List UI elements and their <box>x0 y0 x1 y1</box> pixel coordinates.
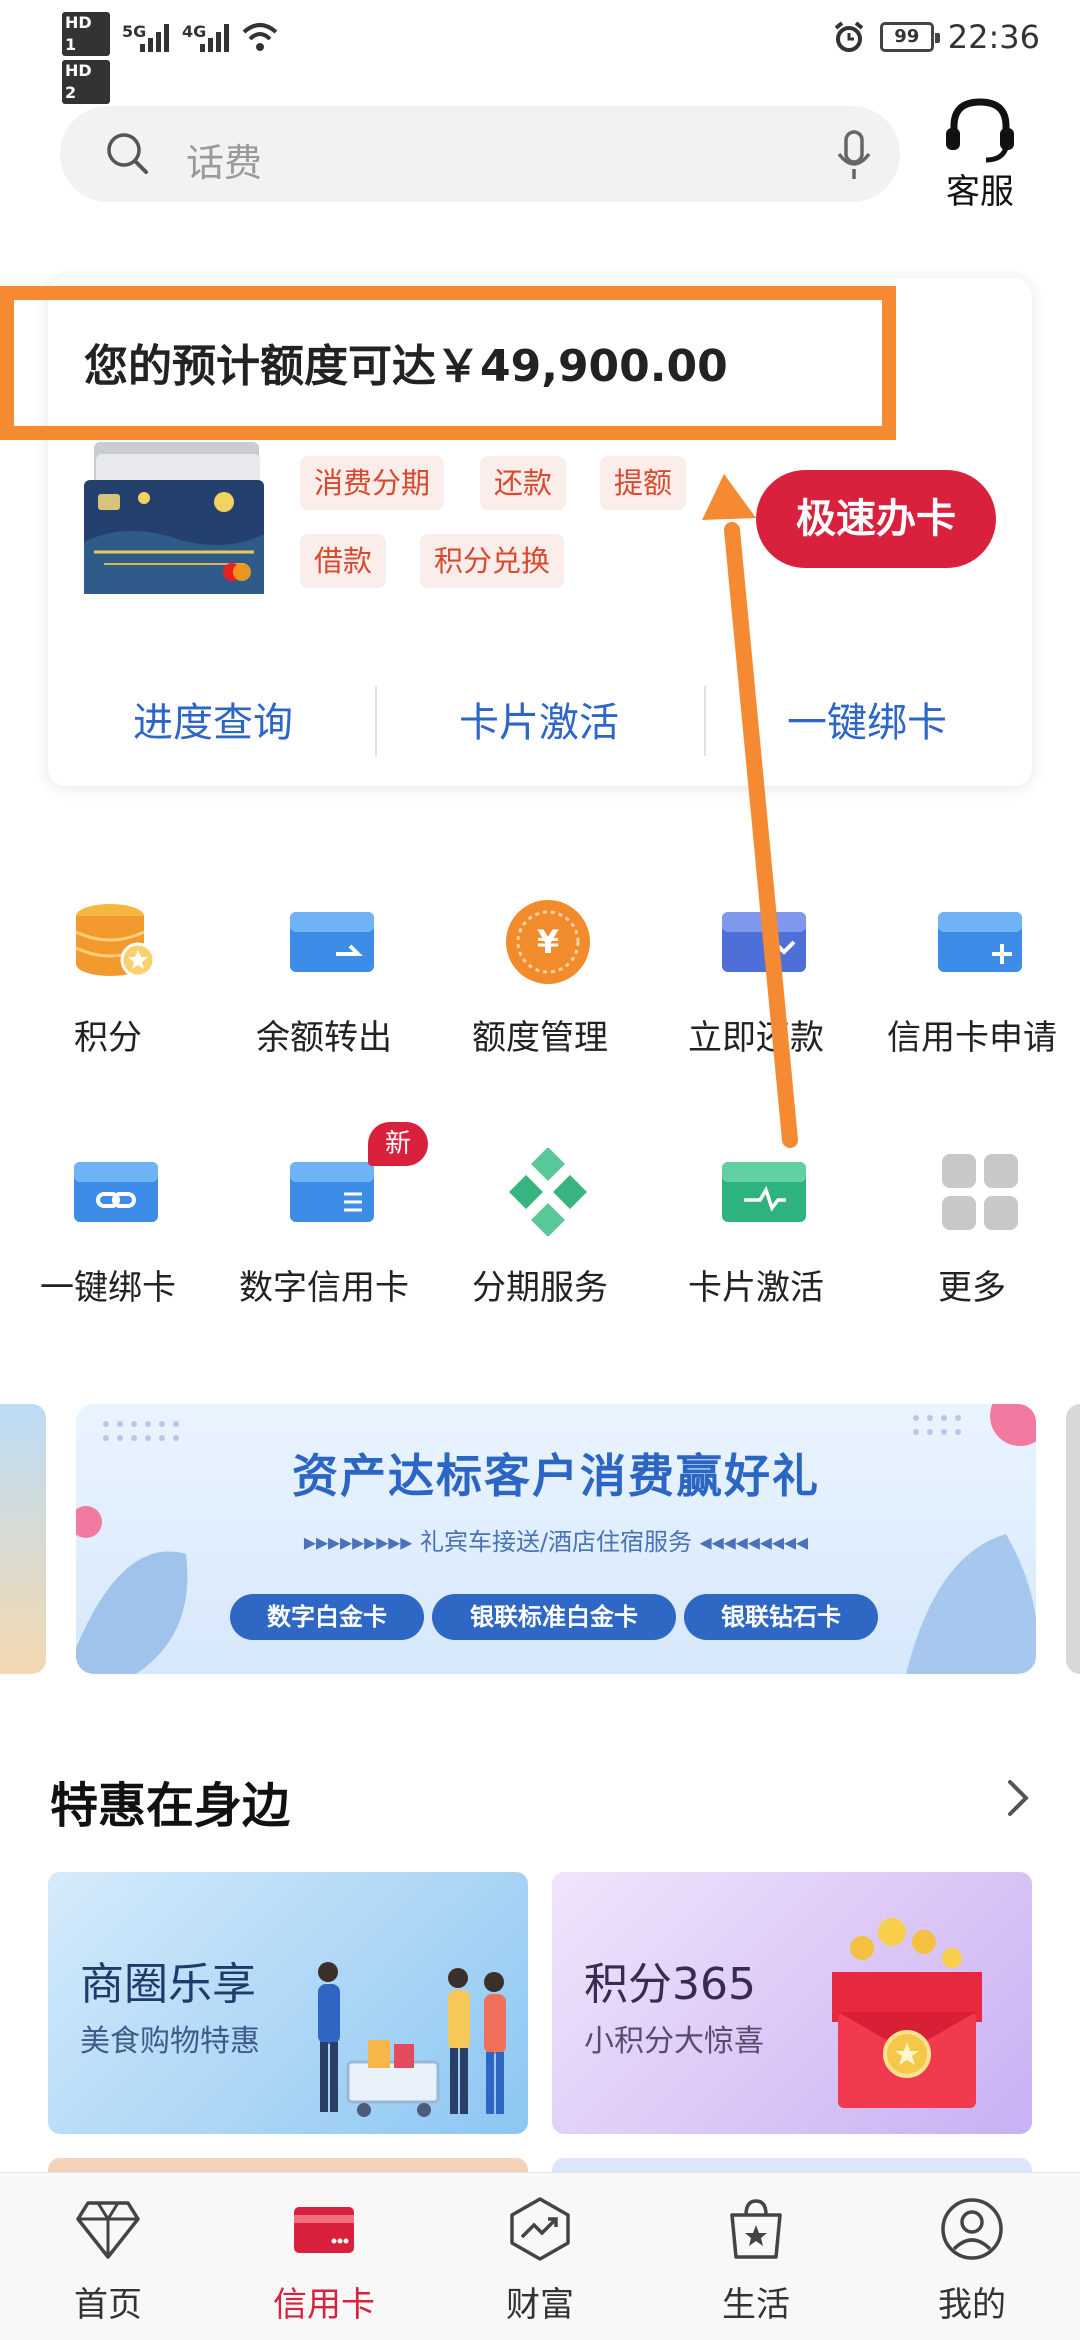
card-transfer-icon <box>290 912 374 972</box>
grid-label: 卡片激活 <box>688 1268 824 1308</box>
yuan-coin-icon: ¥ <box>506 900 590 984</box>
red-envelope-illustration <box>832 1918 982 2108</box>
nav-credit-card[interactable]: 信用卡 <box>216 2173 432 2340</box>
customer-service-label[interactable]: 客服 <box>940 164 1020 213</box>
hd-indicator: HD 1 HD 2 <box>62 12 110 108</box>
card-add-icon <box>938 912 1022 972</box>
grid-label: 额度管理 <box>472 1018 608 1058</box>
nav-wealth[interactable]: 财富 <box>432 2173 648 2340</box>
diamond-grid-icon <box>509 1148 587 1236</box>
nav-label: 信用卡 <box>273 2285 375 2325</box>
chip-installment[interactable]: 消费分期 <box>300 456 445 510</box>
promo-card-shopping[interactable]: 商圈乐享 美食购物特惠 <box>48 1872 528 2134</box>
nav-life[interactable]: 生活 <box>648 2173 864 2340</box>
bind-card-link[interactable]: 一键绑卡 <box>702 690 1032 748</box>
hd1-label: HD 1 <box>62 12 110 56</box>
signal-icon <box>140 20 174 52</box>
nav-mine[interactable]: 我的 <box>864 2173 1080 2340</box>
banner-pill: 银联钻石卡 <box>684 1594 878 1640</box>
promo-subtitle: 小积分大惊喜 <box>584 2024 764 2059</box>
card-repay-icon <box>722 912 806 972</box>
microphone-icon[interactable] <box>834 128 874 182</box>
shopping-bag-icon <box>730 2199 782 2259</box>
promo-title: 积分365 <box>584 1959 756 2010</box>
grid-item-repay-now[interactable]: 立即还款 <box>648 898 864 1068</box>
promo-subtitle: 美食购物特惠 <box>80 2024 260 2059</box>
grid-label: 信用卡申请 <box>887 1018 1057 1058</box>
signal-icon-2 <box>200 20 234 52</box>
chip-raise-limit[interactable]: 提额 <box>600 456 687 510</box>
chip-repayment[interactable]: 还款 <box>480 456 567 510</box>
bottom-navigation: 首页 信用卡 财富 生活 我的 <box>0 2172 1080 2340</box>
progress-query-link[interactable]: 进度查询 <box>48 690 378 748</box>
banner-title: 资产达标客户消费赢好礼 <box>292 1449 820 1503</box>
chip-points-exchange[interactable]: 积分兑换 <box>420 534 565 588</box>
chevron-right-icon[interactable] <box>1000 1776 1036 1820</box>
grid-label: 余额转出 <box>256 1018 392 1058</box>
hd2-label: HD 2 <box>62 60 110 104</box>
grid-label: 一键绑卡 <box>40 1268 176 1308</box>
apply-card-button[interactable]: 极速办卡 <box>756 470 996 568</box>
status-right: 99 22:36 <box>832 18 1040 56</box>
status-bar: HD 1 HD 2 5G 4G 99 22:36 <box>0 0 1080 104</box>
banner-subtitle: ▸▸▸▸▸▸▸▸▸ 礼宾车接送/酒店住宿服务 ◂◂◂◂◂◂◂◂◂ <box>303 1528 809 1556</box>
grid-label: 分期服务 <box>472 1268 608 1308</box>
promo-title: 商圈乐享 <box>80 1959 256 2010</box>
grid-item-card-apply[interactable]: 信用卡申请 <box>864 898 1080 1068</box>
headset-icon[interactable] <box>940 94 1020 164</box>
banner-next-peek[interactable] <box>1066 1404 1080 1674</box>
grid-label: 立即还款 <box>688 1018 824 1058</box>
promo-card-points[interactable]: 积分365 小积分大惊喜 <box>552 1872 1032 2134</box>
banner-pill: 银联标准白金卡 <box>432 1594 676 1640</box>
more-grid-icon <box>942 1154 1018 1230</box>
card-link-icon <box>74 1162 158 1222</box>
grid-label: 积分 <box>74 1018 142 1058</box>
search-placeholder: 话费 <box>186 141 263 185</box>
search-bar[interactable]: 话费 <box>60 106 900 202</box>
alarm-icon <box>834 21 864 52</box>
nav-label: 财富 <box>506 2285 574 2325</box>
shopping-illustration <box>318 1962 506 2117</box>
grid-item-points[interactable]: 积分 <box>0 898 216 1068</box>
search-icon <box>107 133 148 174</box>
chip-borrow[interactable]: 借款 <box>300 534 387 588</box>
grid-item-digital-card[interactable]: 数字信用卡 <box>216 1148 432 1318</box>
points-icon <box>75 904 156 978</box>
digital-card-icon <box>290 1162 374 1222</box>
promo-banner[interactable]: 资产达标客户消费赢好礼 ▸▸▸▸▸▸▸▸▸ 礼宾车接送/酒店住宿服务 ◂◂◂◂◂… <box>76 1404 1036 1674</box>
new-badge: 新 <box>368 1122 428 1166</box>
grid-item-balance-transfer[interactable]: 余额转出 <box>216 898 432 1068</box>
nav-home[interactable]: 首页 <box>0 2173 216 2340</box>
grid-label: 数字信用卡 <box>239 1268 409 1308</box>
clock: 22:36 <box>947 18 1040 56</box>
annotation-highlight-box <box>0 286 896 440</box>
nav-label: 生活 <box>722 2285 790 2325</box>
banner-pill: 数字白金卡 <box>230 1594 424 1640</box>
nav-label: 首页 <box>74 2285 142 2325</box>
wealth-chart-icon <box>510 2197 570 2261</box>
battery-indicator: 99 <box>879 22 940 52</box>
svg-text:¥: ¥ <box>537 923 559 961</box>
card-activate-icon <box>722 1162 806 1222</box>
credit-card-image <box>84 442 264 594</box>
nav-label: 我的 <box>938 2285 1006 2325</box>
banner-prev-peek[interactable] <box>0 1404 46 1674</box>
grid-item-more[interactable]: 更多 <box>864 1148 1080 1318</box>
grid-item-limit-management[interactable]: ¥ 额度管理 <box>432 898 648 1068</box>
grid-item-card-activation[interactable]: 卡片激活 <box>648 1148 864 1318</box>
card-activation-link[interactable]: 卡片激活 <box>374 690 704 748</box>
grid-label: 更多 <box>938 1268 1006 1308</box>
grid-item-bind-card[interactable]: 一键绑卡 <box>0 1148 216 1318</box>
section-title: 特惠在身边 <box>50 1778 291 1834</box>
diamond-icon <box>76 2201 140 2259</box>
wifi-icon <box>242 23 278 51</box>
grid-item-installment-service[interactable]: 分期服务 <box>432 1148 648 1318</box>
credit-card-icon <box>294 2207 354 2253</box>
user-icon <box>941 2198 1003 2260</box>
